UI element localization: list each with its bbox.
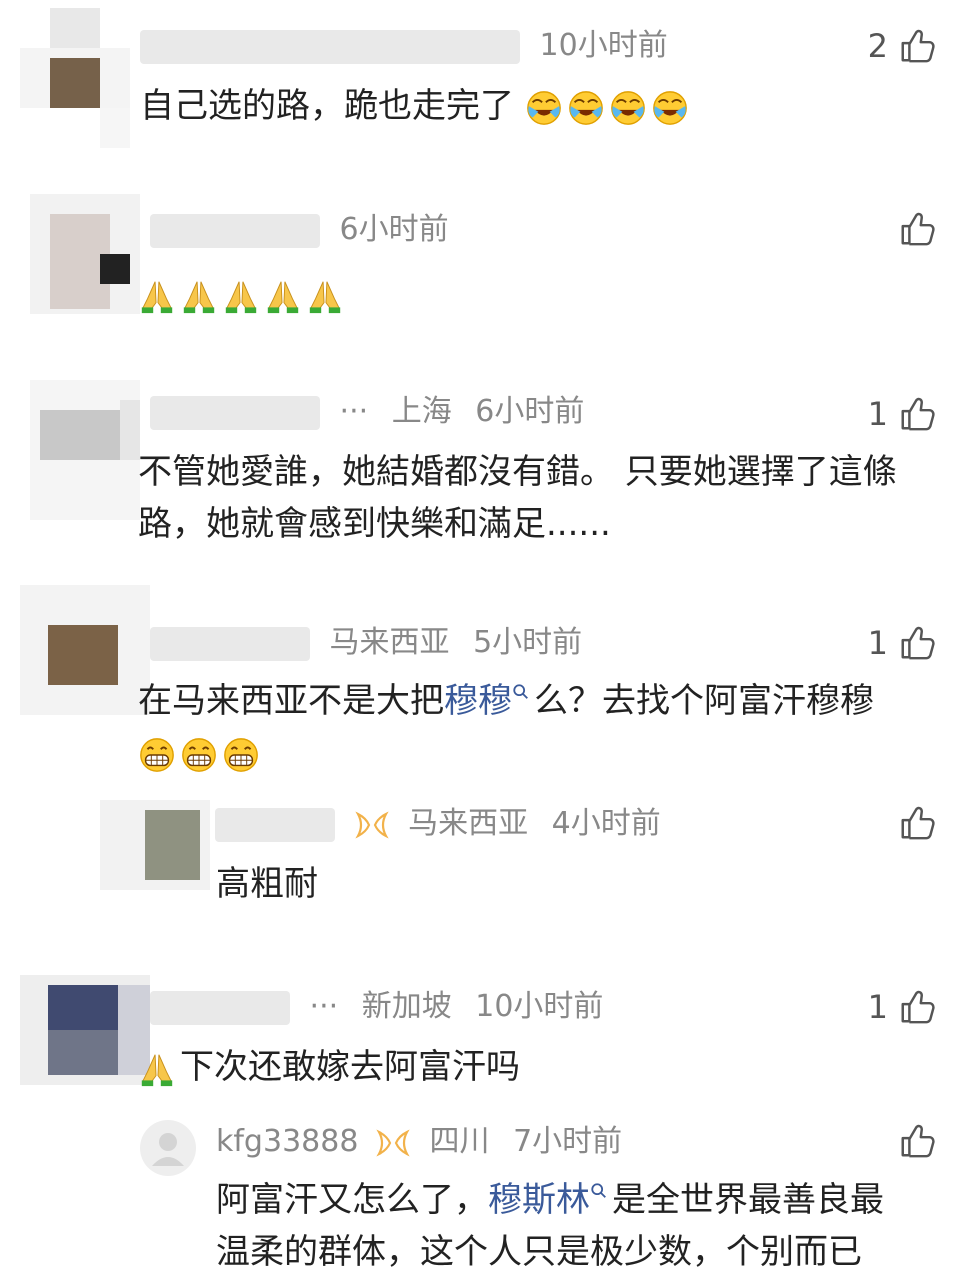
- comment-text: 在马来西亚不是大把穆穆 么？去找个阿富汗穆穆: [138, 675, 948, 779]
- comment-text-before: 阿富汗又怎么了，: [216, 1180, 488, 1220]
- avatar[interactable]: [30, 380, 140, 520]
- reply-item: kfg33888 四川 7小时前 阿富汗又怎么了，穆斯林 是全世界最善良最 温柔的…: [0, 1110, 976, 1280]
- cry-laugh-emoji-icon: [609, 89, 647, 127]
- cry-laugh-emoji-icon: [567, 89, 605, 127]
- pray-emoji-icon: [306, 277, 344, 315]
- comment-time: 4小时前: [551, 806, 661, 841]
- comment-meta: 马来西亚 4小时前: [215, 804, 675, 844]
- vip-badge-icon: [355, 810, 389, 840]
- username-blurred[interactable]: [150, 990, 290, 1025]
- grin-emoji-icon: [138, 736, 176, 774]
- avatar[interactable]: [30, 194, 140, 334]
- search-icon: [512, 683, 530, 701]
- topic-link[interactable]: 穆斯林: [488, 1180, 612, 1220]
- comment-text: 高粗耐: [216, 858, 318, 910]
- comment-meta: kfg33888 四川 7小时前: [216, 1122, 636, 1162]
- grin-emoji-icon: [222, 736, 260, 774]
- topic-link[interactable]: 穆穆: [444, 681, 534, 721]
- comment-item: 6小时前: [0, 180, 976, 340]
- username-blurred[interactable]: [140, 29, 520, 64]
- pray-emoji-icon: [222, 277, 260, 315]
- avatar[interactable]: [20, 585, 150, 715]
- username-blurred[interactable]: [150, 213, 320, 248]
- topic-link-text: 穆穆: [444, 681, 512, 721]
- thumb-up-icon: [898, 988, 936, 1026]
- comment-meta: ··· 上海 6小时前: [150, 392, 598, 432]
- comment-time: 5小时前: [473, 625, 583, 660]
- comment-text: 下次还敢嫁去阿富汗吗: [138, 1041, 520, 1093]
- pray-emoji-icon: [180, 277, 218, 315]
- topic-link-text: 穆斯林: [488, 1180, 590, 1220]
- like-button[interactable]: 1: [868, 623, 936, 663]
- pray-emoji-icon: [138, 277, 176, 315]
- cry-laugh-emoji-icon: [525, 89, 563, 127]
- comment-time: 10小时前: [475, 989, 604, 1024]
- thumb-up-icon: [898, 395, 936, 433]
- comment-item: ··· 上海 6小时前 1 不管她愛誰，她結婚都沒有錯。 只要她選擇了這條路，她…: [0, 360, 976, 560]
- thumb-up-icon: [898, 804, 936, 842]
- like-count: 1: [867, 624, 888, 662]
- like-button[interactable]: [898, 804, 936, 842]
- comment-item: 马来西亚 5小时前 1 在马来西亚不是大把穆穆 么？去找个阿富汗穆穆: [0, 585, 976, 785]
- comment-time: 6小时前: [339, 212, 449, 247]
- pray-emoji-icon: [138, 1050, 176, 1088]
- like-button[interactable]: [898, 210, 936, 248]
- username[interactable]: kfg33888: [216, 1124, 358, 1159]
- comment-text-line2: 温柔的群体，这个人只是极少数，个别而已: [216, 1232, 862, 1272]
- comment-text-after: 是全世界最善良最: [612, 1180, 884, 1220]
- avatar[interactable]: [20, 975, 150, 1085]
- comment-time: 10小时前: [539, 28, 668, 63]
- like-button[interactable]: 1: [868, 394, 936, 434]
- comment-text: 阿富汗又怎么了，穆斯林 是全世界最善良最 温柔的群体，这个人只是极少数，个别而已: [216, 1174, 956, 1278]
- comment-text-before: 在马来西亚不是大把: [138, 681, 444, 721]
- comment-location: 新加坡: [361, 989, 452, 1024]
- avatar[interactable]: [20, 8, 130, 148]
- comment-time: 7小时前: [513, 1124, 623, 1159]
- comment-text: [138, 268, 348, 320]
- comment-location: 马来西亚: [408, 806, 529, 841]
- thumb-up-icon: [898, 27, 936, 65]
- comment-location: 上海: [391, 394, 452, 429]
- ellipsis: ···: [309, 989, 339, 1024]
- username-blurred[interactable]: [150, 626, 310, 661]
- comment-meta: ··· 新加坡 10小时前: [150, 987, 617, 1027]
- comment-meta: 6小时前: [150, 210, 463, 250]
- comment-text-content: 高粗耐: [216, 864, 318, 904]
- avatar[interactable]: [140, 1120, 196, 1176]
- cry-laugh-emoji-icon: [651, 89, 689, 127]
- like-count: 1: [867, 395, 888, 433]
- comment-text: 不管她愛誰，她結婚都沒有錯。 只要她選擇了這條路，她就會感到快樂和滿足.....…: [138, 446, 938, 550]
- reply-item: 马来西亚 4小时前 高粗耐: [0, 790, 976, 930]
- vip-badge-icon: [376, 1128, 410, 1158]
- comment-item: 10小时前 2 自己选的路，跪也走完了: [0, 0, 976, 160]
- avatar[interactable]: [100, 800, 210, 890]
- default-avatar-icon: [152, 1133, 184, 1166]
- search-icon: [590, 1182, 608, 1200]
- comment-location: 四川: [429, 1124, 490, 1159]
- thumb-up-icon: [898, 624, 936, 662]
- comment-text-content: 下次还敢嫁去阿富汗吗: [180, 1047, 520, 1087]
- pray-emoji-icon: [264, 277, 302, 315]
- comment-text: 自己选的路，跪也走完了: [140, 80, 693, 132]
- thumb-up-icon: [898, 1122, 936, 1160]
- comment-location: 马来西亚: [329, 625, 450, 660]
- username-blurred[interactable]: [215, 807, 335, 842]
- thumb-up-icon: [898, 210, 936, 248]
- like-count: 1: [867, 988, 888, 1026]
- comment-time: 6小时前: [475, 394, 585, 429]
- ellipsis: ···: [339, 394, 369, 429]
- comment-text-content: 自己选的路，跪也走完了: [140, 86, 514, 126]
- like-count: 2: [867, 27, 888, 65]
- like-button[interactable]: 2: [868, 26, 936, 66]
- like-button[interactable]: [898, 1122, 936, 1160]
- comment-text-after: 么？去找个阿富汗穆穆: [534, 681, 874, 721]
- comment-item: ··· 新加坡 10小时前 1 下次还敢嫁去阿富汗吗: [0, 965, 976, 1095]
- like-button[interactable]: 1: [868, 987, 936, 1027]
- comment-meta: 马来西亚 5小时前: [150, 623, 596, 663]
- username-blurred[interactable]: [150, 395, 320, 430]
- grin-emoji-icon: [180, 736, 218, 774]
- comment-meta: 10小时前: [140, 26, 682, 66]
- comment-text-content: 不管她愛誰，她結婚都沒有錯。 只要她選擇了這條路，她就會感到快樂和滿足.....…: [138, 452, 897, 544]
